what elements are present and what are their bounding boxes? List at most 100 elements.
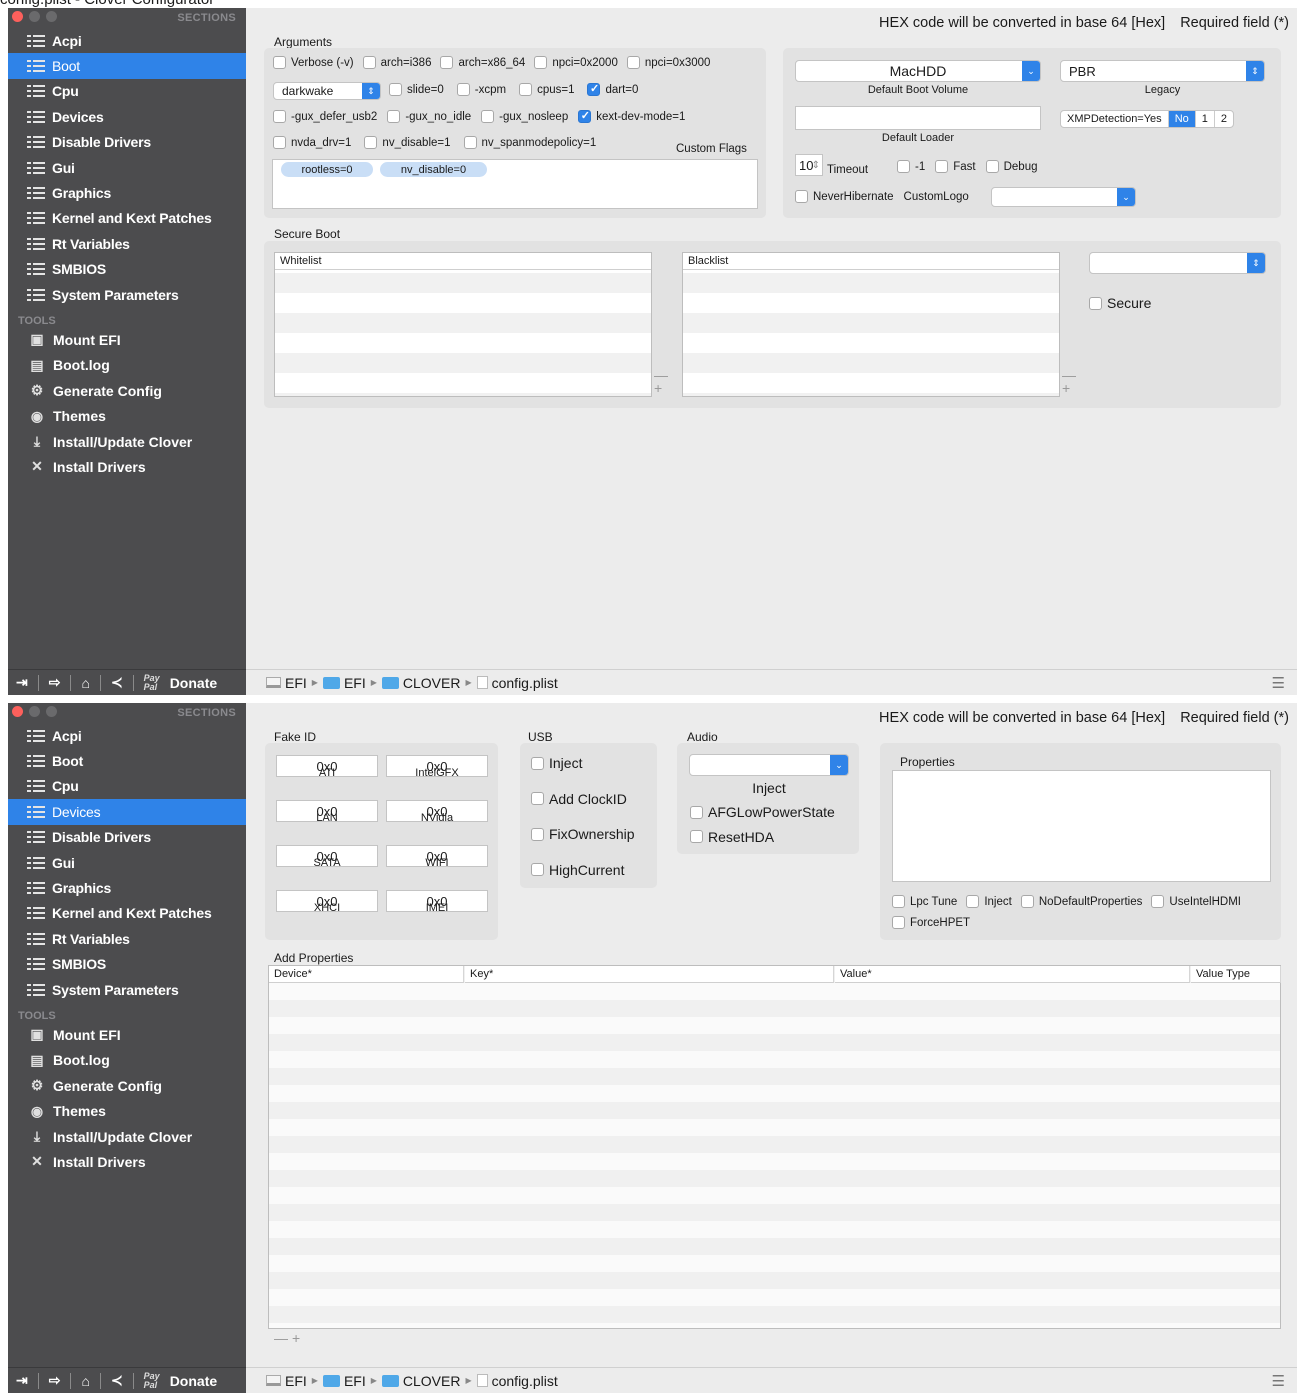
sidebar-item-acpi[interactable]: Acpi: [8, 723, 246, 748]
close-button[interactable]: [12, 706, 23, 717]
darkwake-select[interactable]: darkwake ⇕: [273, 82, 381, 100]
usb-fixownership-checkbox[interactable]: FixOwnership: [531, 826, 635, 842]
tool-item-install-drivers[interactable]: ✕ Install Drivers: [8, 1149, 246, 1174]
path-drive[interactable]: EFI: [266, 1373, 307, 1389]
audio-inject-select[interactable]: ⌄: [689, 754, 849, 776]
sidebar-item-rt-variables[interactable]: Rt Variables: [8, 926, 246, 951]
sidebar-item-rt-variables[interactable]: Rt Variables: [8, 231, 246, 256]
sign-in-icon[interactable]: ⇥: [16, 1372, 28, 1389]
never-hibernate-checkbox[interactable]: NeverHibernate: [795, 190, 894, 203]
checkbox[interactable]: arch=i386: [362, 56, 431, 69]
column-header[interactable]: Device*: [269, 966, 464, 983]
property-useintelhdmi-checkbox[interactable]: UseIntelHDMI: [1151, 895, 1241, 908]
whitelist-add-button[interactable]: +: [654, 381, 662, 395]
timeout-stepper[interactable]: 10 ⇕: [795, 154, 823, 176]
close-button[interactable]: [12, 11, 23, 22]
checkbox[interactable]: arch=x86_64: [440, 56, 525, 69]
tool-item-install-drivers[interactable]: ✕ Install Drivers: [8, 454, 246, 479]
usb-inject-checkbox[interactable]: Inject: [531, 755, 582, 771]
sign-in-icon[interactable]: ⇥: [16, 674, 28, 691]
export-icon[interactable]: ⇨: [49, 674, 61, 691]
tool-item-install-update-clover[interactable]: ⤓ Install/Update Clover: [8, 1124, 246, 1149]
properties-field[interactable]: [892, 770, 1271, 882]
checkbox[interactable]: -gux_nosleep: [481, 110, 568, 123]
donate-button[interactable]: Donate: [170, 1373, 217, 1389]
property-forcehpet-checkbox[interactable]: ForceHPET: [892, 916, 970, 929]
sidebar-item-devices[interactable]: Devices: [8, 799, 246, 825]
usb-highcurrent-checkbox[interactable]: HighCurrent: [531, 862, 624, 878]
column-header[interactable]: Value Type: [1191, 966, 1281, 983]
export-icon[interactable]: ⇨: [49, 1372, 61, 1389]
tool-item-install-update-clover[interactable]: ⤓ Install/Update Clover: [8, 429, 246, 454]
path-folder-clover[interactable]: CLOVER: [381, 1373, 460, 1389]
custom-flag-token[interactable]: rootless=0: [281, 162, 373, 177]
sidebar-item-kernel-and-kext-patches[interactable]: Kernel and Kext Patches: [8, 901, 246, 926]
share-icon[interactable]: ≺: [111, 674, 123, 691]
sidebar-item-gui[interactable]: Gui: [8, 850, 246, 875]
audio-resethda-checkbox[interactable]: ResetHDA: [690, 829, 774, 845]
checkbox[interactable]: -gux_defer_usb2: [273, 110, 377, 123]
checkbox[interactable]: kext-dev-mode=1: [578, 109, 685, 123]
checkbox[interactable]: nv_disable=1: [364, 136, 451, 149]
secure-checkbox[interactable]: Secure: [1089, 295, 1151, 311]
property-nodefaultproperties-checkbox[interactable]: NoDefaultProperties: [1020, 895, 1142, 908]
tool-item-boot-log[interactable]: ▤ Boot.log: [8, 1048, 246, 1073]
path-folder-efi[interactable]: EFI: [322, 1373, 366, 1389]
audio-afglowpowerstate-checkbox[interactable]: AFGLowPowerState: [690, 804, 835, 820]
checkbox[interactable]: slide=0: [389, 83, 444, 96]
custom-logo-select[interactable]: ⌄: [991, 187, 1136, 207]
checkbox[interactable]: nvda_drv=1: [273, 136, 351, 149]
tool-item-themes[interactable]: ◉ Themes: [8, 403, 246, 428]
donate-button[interactable]: Donate: [170, 675, 217, 691]
sidebar-item-cpu[interactable]: Cpu: [8, 79, 246, 104]
checkbox[interactable]: npci=0x2000: [534, 56, 618, 69]
checkbox[interactable]: -xcpm: [456, 83, 506, 96]
sidebar-item-boot[interactable]: Boot: [8, 53, 246, 79]
path-drive[interactable]: EFI: [266, 675, 307, 691]
share-icon[interactable]: ≺: [111, 1372, 123, 1389]
property-lpc-tune-checkbox[interactable]: Lpc Tune: [892, 895, 957, 908]
home-icon[interactable]: ⌂: [81, 675, 89, 691]
checkbox[interactable]: dart=0: [587, 82, 638, 96]
path-folder-clover[interactable]: CLOVER: [381, 675, 460, 691]
add-properties-remove-button[interactable]: —: [274, 1331, 288, 1345]
default-loader-field[interactable]: [795, 106, 1041, 130]
sidebar-item-graphics[interactable]: Graphics: [8, 875, 246, 900]
tool-item-generate-config[interactable]: ⚙ Generate Config: [8, 1073, 246, 1098]
checkbox[interactable]: -1: [897, 160, 925, 173]
column-header[interactable]: Key*: [465, 966, 834, 983]
zoom-button[interactable]: [46, 706, 57, 717]
sidebar-item-smbios[interactable]: SMBIOS: [8, 257, 246, 282]
default-boot-volume-select[interactable]: MacHDD ⌄: [795, 60, 1041, 82]
sidebar-item-boot[interactable]: Boot: [8, 748, 246, 773]
paypal-icon[interactable]: Pay Pal: [144, 1371, 160, 1390]
sidebar-item-disable-drivers[interactable]: Disable Drivers: [8, 130, 246, 155]
tool-item-mount-efi[interactable]: ▣ Mount EFI: [8, 1022, 246, 1047]
add-properties-add-button[interactable]: +: [292, 1331, 300, 1345]
legacy-select[interactable]: PBR ⇕: [1060, 60, 1265, 82]
usb-add-clockid-checkbox[interactable]: Add ClockID: [531, 791, 627, 807]
sidebar-item-devices[interactable]: Devices: [8, 104, 246, 129]
blacklist-remove-button[interactable]: —: [1062, 368, 1076, 382]
path-file[interactable]: config.plist: [476, 675, 558, 691]
sidebar-item-system-parameters[interactable]: System Parameters: [8, 977, 246, 1002]
checkbox[interactable]: Debug: [985, 160, 1038, 173]
sidebar-item-disable-drivers[interactable]: Disable Drivers: [8, 825, 246, 850]
list-menu-icon[interactable]: ☰: [1272, 674, 1285, 692]
tool-item-boot-log[interactable]: ▤ Boot.log: [8, 353, 246, 378]
minimize-button[interactable]: [29, 11, 40, 22]
path-folder-efi[interactable]: EFI: [322, 675, 366, 691]
blacklist-add-button[interactable]: +: [1062, 381, 1070, 395]
xmp-detection-control[interactable]: XMPDetection=Yes No 1 2: [1060, 110, 1234, 128]
custom-flag-token[interactable]: nv_disable=0: [380, 162, 487, 177]
list-menu-icon[interactable]: ☰: [1272, 1372, 1285, 1390]
secure-boot-policy-select[interactable]: ⇕: [1089, 252, 1266, 274]
zoom-button[interactable]: [46, 11, 57, 22]
checkbox[interactable]: Verbose (-v): [273, 56, 354, 69]
column-header[interactable]: Value*: [835, 966, 1190, 983]
tool-item-generate-config[interactable]: ⚙ Generate Config: [8, 378, 246, 403]
tool-item-mount-efi[interactable]: ▣ Mount EFI: [8, 327, 246, 352]
sidebar-item-smbios[interactable]: SMBIOS: [8, 952, 246, 977]
checkbox[interactable]: npci=0x3000: [626, 56, 710, 69]
path-file[interactable]: config.plist: [476, 1373, 558, 1389]
